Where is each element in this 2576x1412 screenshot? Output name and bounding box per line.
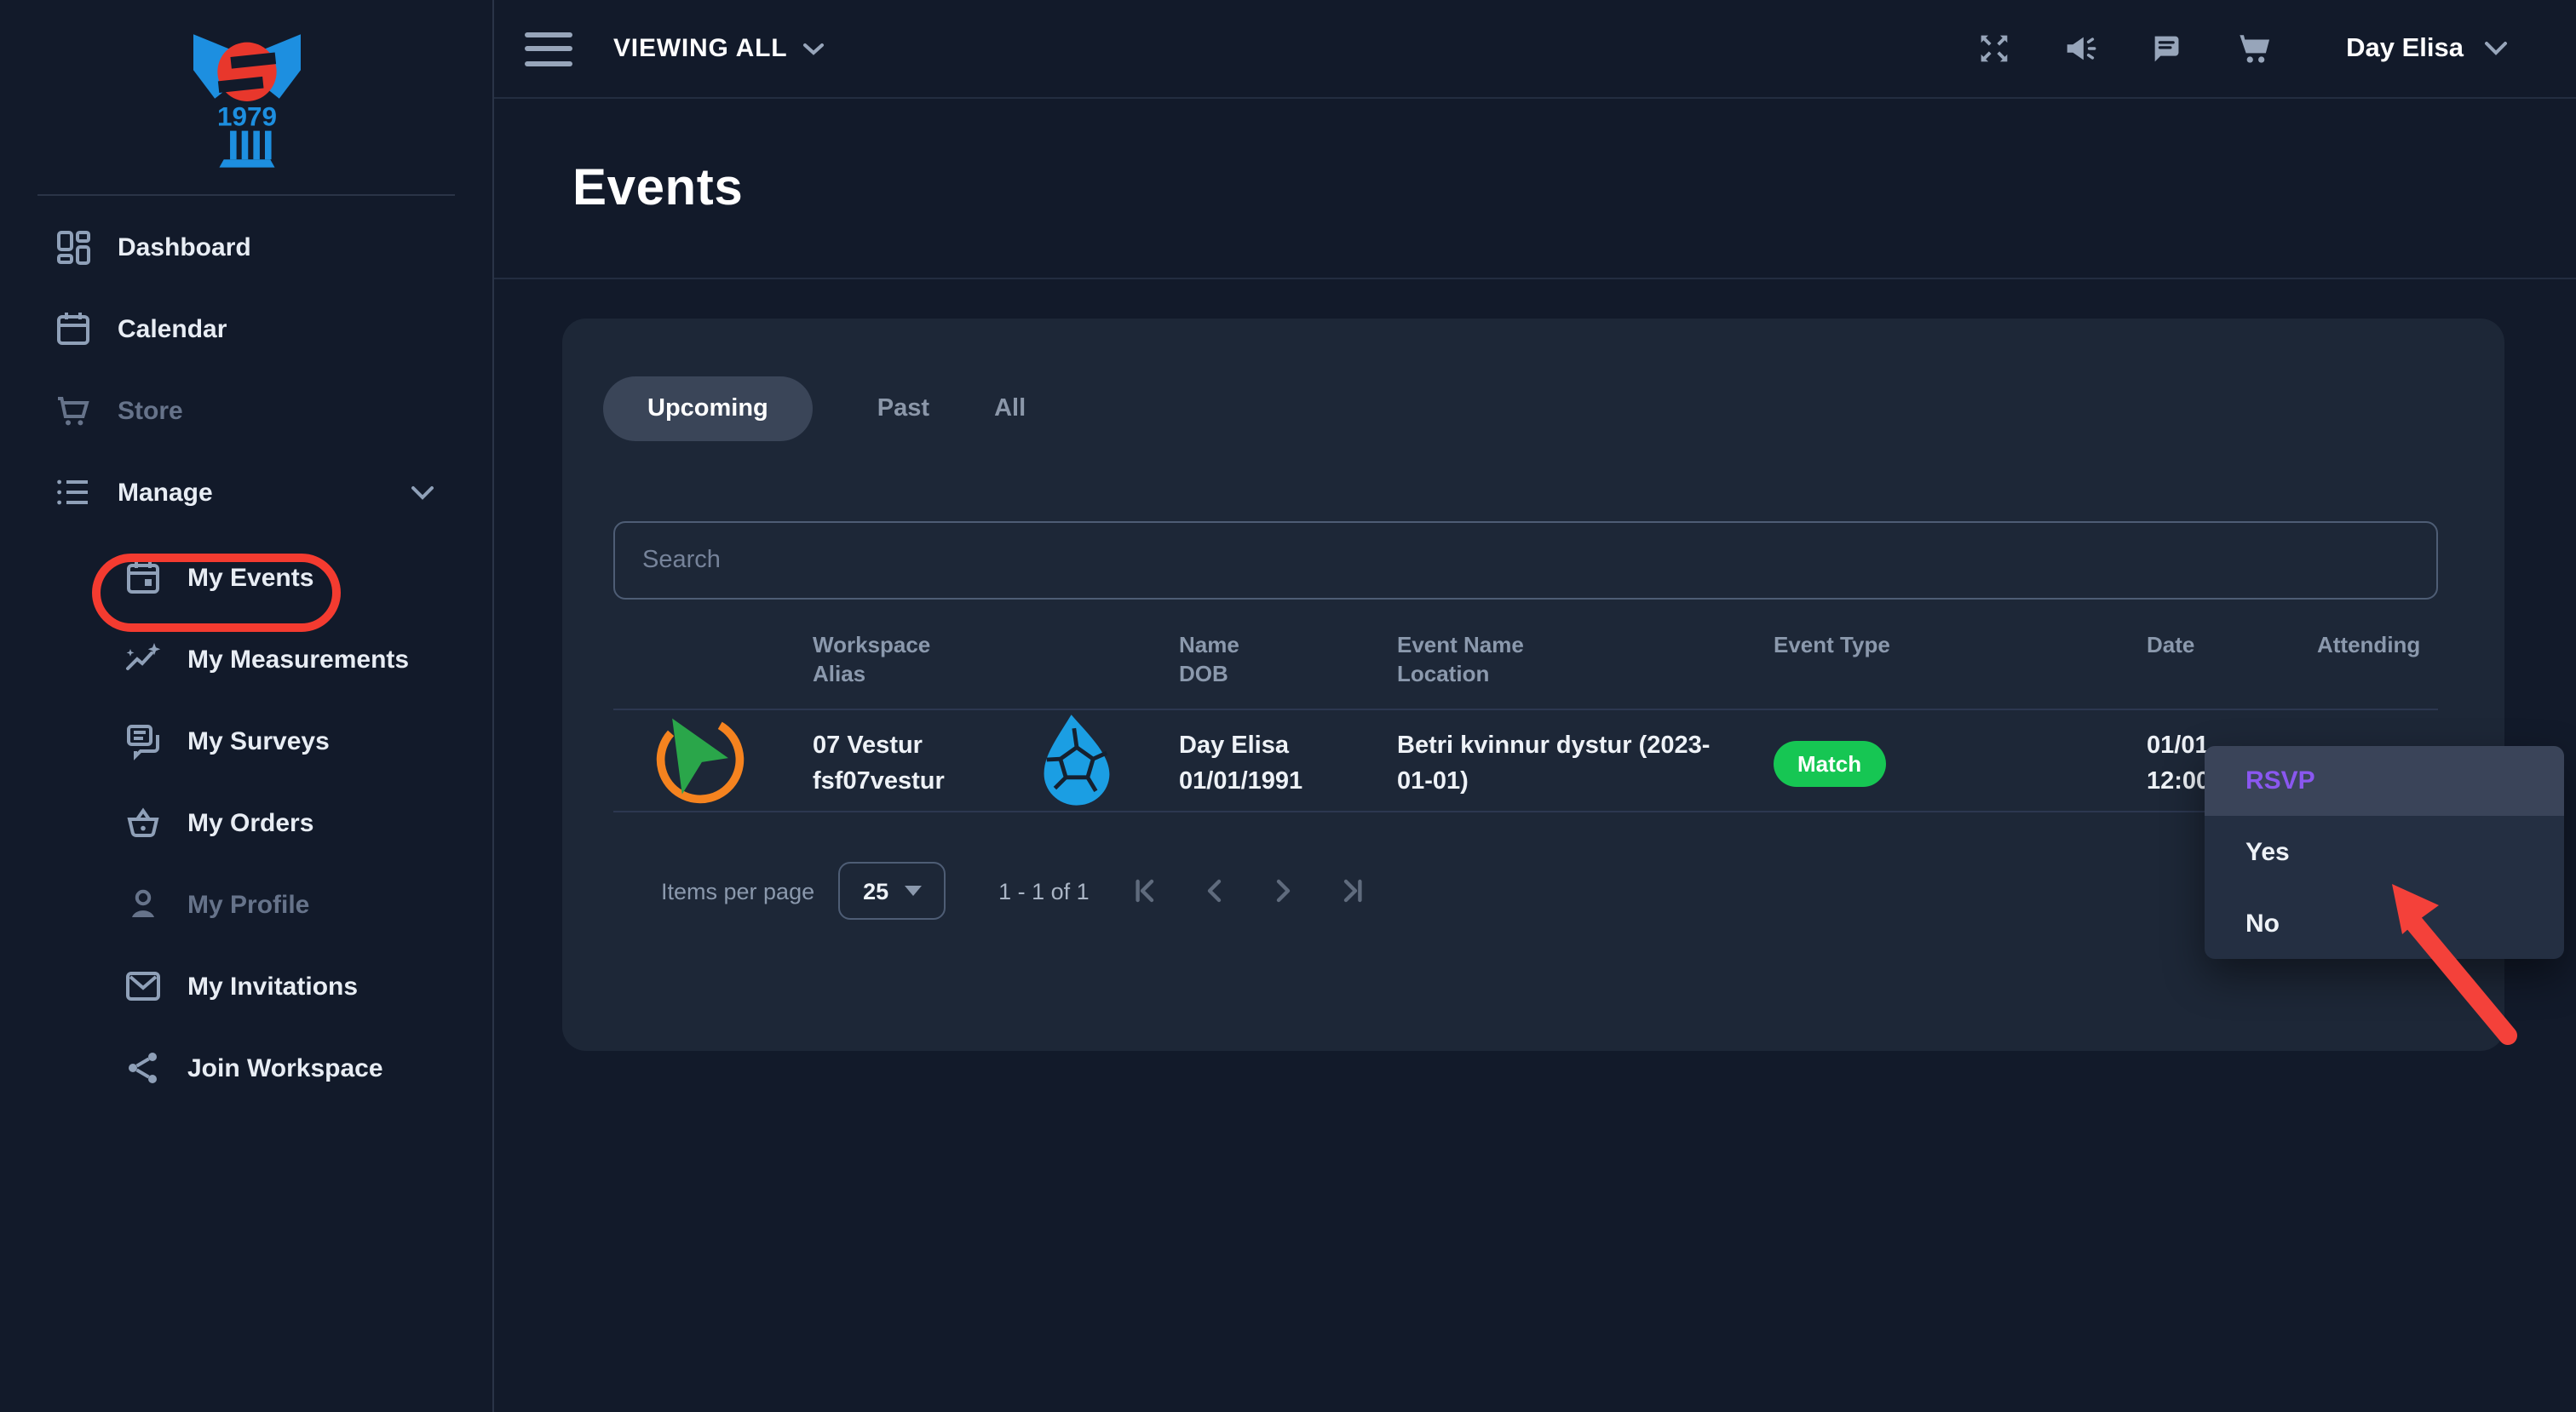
page-header: Events [494,99,2576,279]
next-page-button[interactable] [1267,874,1301,908]
caret-down-icon [904,886,921,896]
search-input[interactable] [613,521,2438,600]
col-event-name-location: Event NameLocation [1397,630,1774,688]
sidebar-item-label: My Profile [187,890,309,919]
attending-menu: RSVP Yes No [2205,746,2564,959]
chevron-down-icon [802,42,825,55]
sidebar-item-label: My Orders [187,808,313,837]
workspace-cell: 07 Vesturfsf07vestur [813,728,1034,800]
pagination-bar: Items per page 25 1 - 1 of 1 [613,862,2438,920]
orders-icon [123,802,164,843]
tab-past[interactable]: Past [877,395,929,422]
col-name-dob: NameDOB [1179,630,1397,688]
workspace-logo-cell [613,710,813,818]
sidebar-item-label: Calendar [118,314,227,343]
sidebar-nav: Dashboard Calendar Store [0,196,492,1109]
logo-year: 1979 [216,100,276,131]
first-page-button[interactable] [1130,874,1164,908]
sidebar-item-label: Store [118,396,183,425]
events-table: WorkspaceAlias NameDOB Event NameLocatio… [613,630,2438,812]
page-size-select[interactable]: 25 [838,862,946,920]
sidebar-item-dashboard[interactable]: Dashboard [0,206,492,288]
profile-icon [123,884,164,925]
user-name: Day Elisa [2346,33,2464,64]
col-workspace-alias: WorkspaceAlias [813,630,1034,688]
cart-icon [53,390,94,431]
workspace-logo-07vestur [651,710,750,809]
col-event-type: Event Type [1774,630,2147,688]
menu-option-no[interactable]: No [2205,887,2564,959]
cart-icon[interactable] [2235,29,2274,68]
surveys-icon [123,720,164,761]
menu-option-rsvp[interactable]: RSVP [2205,746,2564,816]
last-page-button[interactable] [1335,874,1369,908]
list-icon [53,472,94,513]
menu-option-yes[interactable]: Yes [2205,816,2564,887]
sidebar-item-label: Dashboard [118,232,251,261]
sidebar-item-join-workspace[interactable]: Join Workspace [0,1027,492,1109]
app-root: 1979 Dashboard [0,0,2576,1412]
fsf-logo: 1979 [0,0,492,191]
event-name-cell: Betri kvinnur dystur (2023-01-01) [1397,728,1774,800]
table-header-row: WorkspaceAlias NameDOB Event NameLocatio… [613,630,2438,710]
chat-icon[interactable] [2148,29,2188,68]
share-icon [123,1048,164,1088]
sidebar-item-my-measurements[interactable]: My Measurements [0,618,492,700]
topbar-actions: Day Elisa [1975,29,2508,68]
event-icon [123,557,164,598]
calendar-icon [53,308,94,349]
avatar-cell [1034,712,1179,816]
sidebar-item-my-orders[interactable]: My Orders [0,782,492,864]
pagination-range: 1 - 1 of 1 [998,878,1090,904]
event-type-cell: Match [1774,741,2147,787]
viewing-all-label: VIEWING ALL [613,34,787,63]
sidebar-item-my-invitations[interactable]: My Invitations [0,945,492,1027]
sidebar-item-store[interactable]: Store [0,370,492,451]
items-per-page-label: Items per page [661,878,814,904]
sidebar-item-label: Join Workspace [187,1053,383,1082]
megaphone-icon[interactable] [2061,29,2101,68]
chevron-down-icon [411,485,434,500]
player-avatar-icon [1034,712,1119,807]
sidebar-item-label: My Measurements [187,645,409,674]
sidebar-item-my-events[interactable]: My Events [0,537,492,618]
sidebar-item-label: Manage [118,478,213,507]
col-attending: Attending [2303,630,2438,688]
chevron-down-icon [2484,41,2508,56]
mail-icon [123,966,164,1007]
sidebar-item-label: My Invitations [187,972,358,1001]
menu-toggle-button[interactable] [525,32,572,66]
user-menu[interactable]: Day Elisa [2346,33,2508,64]
page-title: Events [572,159,743,217]
topbar: VIEWING ALL [494,0,2576,99]
sidebar-item-my-profile[interactable]: My Profile [0,864,492,945]
name-cell: Day Elisa01/01/1991 [1179,728,1397,800]
sidebar-item-my-surveys[interactable]: My Surveys [0,700,492,782]
viewing-all-dropdown[interactable]: VIEWING ALL [613,34,825,63]
tab-all[interactable]: All [994,395,1026,422]
fullscreen-icon[interactable] [1975,29,2014,68]
dashboard-icon [53,227,94,267]
measurements-icon [123,639,164,680]
table-row[interactable]: 07 Vesturfsf07vestur Day Elisa01/ [613,710,2438,812]
sidebar-item-calendar[interactable]: Calendar [0,288,492,370]
tab-upcoming[interactable]: Upcoming [603,376,813,441]
sidebar-item-label: My Surveys [187,726,330,755]
sidebar: 1979 Dashboard [0,0,494,1412]
col-date: Date [2147,630,2303,688]
fsf-logo-icon: 1979 [183,31,309,174]
events-tabs: Upcoming Past All [603,376,1026,441]
previous-page-button[interactable] [1199,874,1233,908]
sidebar-item-label: My Events [187,563,313,592]
sidebar-item-manage[interactable]: Manage [0,451,492,533]
pagination-buttons [1130,874,1369,908]
match-badge: Match [1774,741,1885,787]
